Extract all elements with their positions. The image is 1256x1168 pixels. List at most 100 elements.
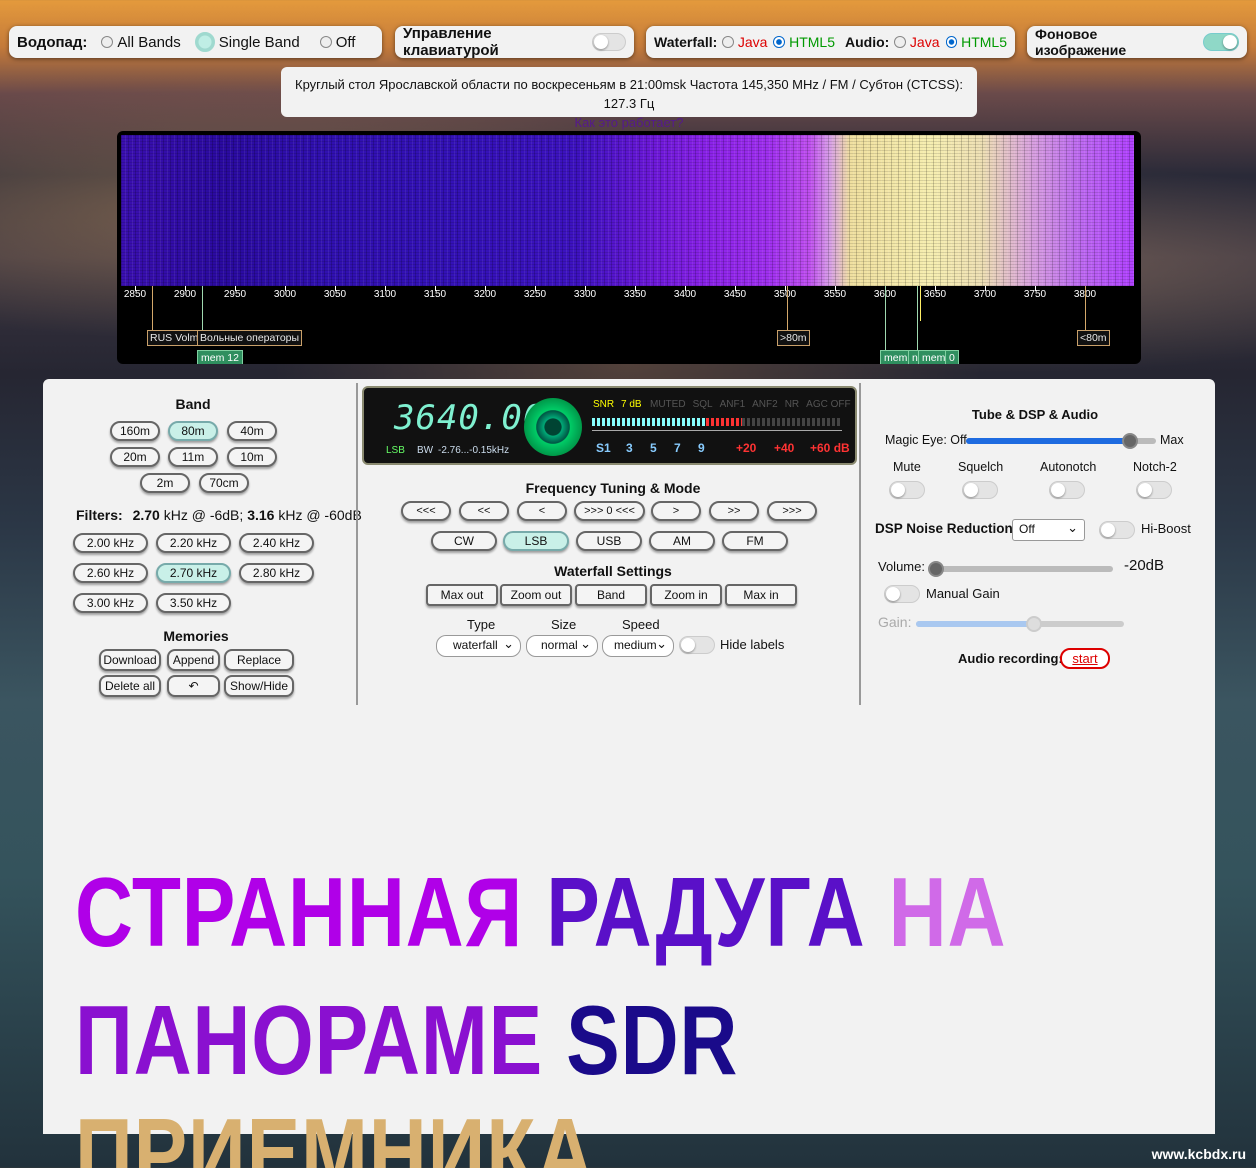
band-button-2m[interactable]: 2m: [140, 473, 190, 493]
mode-button-cw[interactable]: CW: [431, 531, 497, 551]
magic-eye-slider[interactable]: [966, 433, 1156, 449]
band-button-40m[interactable]: 40m: [227, 421, 277, 441]
notch2-toggle[interactable]: [1136, 481, 1172, 499]
filter-button[interactable]: 3.00 kHz: [73, 593, 148, 613]
memory-button[interactable]: ↶: [167, 675, 220, 697]
status-flag: MUTED: [650, 399, 686, 410]
marker-free-operators[interactable]: Вольные операторы: [197, 330, 303, 346]
frequency-readout[interactable]: 3640.00: [394, 398, 544, 438]
radio-off[interactable]: [319, 36, 332, 48]
keyboard-toggle[interactable]: [592, 33, 626, 51]
tuning-step-button[interactable]: >>>: [767, 501, 817, 521]
autonotch-toggle[interactable]: [1049, 481, 1085, 499]
band-button-10m[interactable]: 10m: [227, 447, 277, 467]
radio-single-band[interactable]: [194, 32, 215, 52]
memory-button[interactable]: Download: [99, 649, 161, 671]
waterfall-display[interactable]: 2850 2900 2950 3000 3050 3100 3150 3200 3250 3300…: [117, 131, 1141, 364]
filter-button[interactable]: 2.20 kHz: [156, 533, 231, 553]
filter-button[interactable]: 2.40 kHz: [239, 533, 314, 553]
size-label: Size: [551, 617, 577, 632]
mode-button-usb[interactable]: USB: [576, 531, 642, 551]
scale-label: 3750: [1023, 289, 1047, 300]
marker-rus-volm[interactable]: RUS Volm: [147, 330, 202, 346]
radio-all-bands[interactable]: [101, 36, 114, 48]
tuning-step-button[interactable]: <<: [459, 501, 509, 521]
scale-label: 3000: [273, 289, 297, 300]
tuning-step-button[interactable]: >: [651, 501, 701, 521]
filter-button[interactable]: 2.60 kHz: [73, 563, 148, 583]
wf-java-label: Java: [737, 34, 768, 50]
nr-select[interactable]: Off: [1012, 519, 1085, 541]
radio-audio-html5[interactable]: [945, 36, 958, 48]
radio-wf-java[interactable]: [722, 36, 734, 48]
scale-label: 3450: [723, 289, 747, 300]
band-button-80m[interactable]: 80m: [168, 421, 218, 441]
filter-button[interactable]: 3.50 kHz: [156, 593, 231, 613]
memory-button[interactable]: Append: [167, 649, 220, 671]
marker-under-80m[interactable]: <80m: [1077, 330, 1110, 346]
snr-value: 7 dB: [621, 399, 642, 410]
headline-line-2: ПАНОРАМЕ SDR ПРИЕМНИКА: [75, 984, 1010, 1168]
radio-wf-html5[interactable]: [773, 36, 786, 48]
frequency-scale[interactable]: 2850 2900 2950 3000 3050 3100 3150 3200 3250 3300…: [121, 286, 1134, 304]
memories-title: Memories: [163, 628, 229, 644]
band-button-11m[interactable]: 11m: [168, 447, 218, 467]
mode-button-lsb[interactable]: LSB: [503, 531, 569, 551]
mute-toggle[interactable]: [889, 481, 925, 499]
waterfall-setting-button[interactable]: Max in: [725, 584, 797, 606]
manual-gain-toggle[interactable]: [884, 585, 920, 603]
scale-label: 3700: [973, 289, 997, 300]
memory-button[interactable]: Replace: [224, 649, 294, 671]
background-image-toggle[interactable]: [1203, 33, 1239, 51]
memory-tag-12[interactable]: mem 12: [197, 350, 243, 364]
snr-label: SNR: [593, 399, 615, 410]
tuning-step-button[interactable]: >>: [709, 501, 759, 521]
waterfall-setting-button[interactable]: Max out: [426, 584, 498, 606]
signal-bar: [592, 418, 842, 426]
type-select[interactable]: waterfall: [436, 635, 521, 657]
tuning-step-button[interactable]: <<<: [401, 501, 451, 521]
hide-labels-toggle[interactable]: [679, 636, 715, 654]
memory-tag-a[interactable]: mem: [880, 350, 912, 364]
hiboost-toggle[interactable]: [1099, 521, 1135, 539]
hiboost-label: Hi-Boost: [1141, 521, 1191, 536]
s-scale-label: 3: [626, 441, 633, 455]
waterfall-settings-title: Waterfall Settings: [554, 563, 672, 579]
passband-marker: [920, 286, 921, 321]
waterfall-spectrogram[interactable]: [121, 135, 1134, 286]
memory-tag-d[interactable]: 0: [945, 350, 959, 364]
type-label: Type: [467, 617, 496, 632]
waterfall-setting-button[interactable]: Zoom in: [650, 584, 722, 606]
filter-button[interactable]: 2.00 kHz: [73, 533, 148, 553]
volume-slider[interactable]: [928, 561, 1113, 577]
recording-start-button[interactable]: start: [1060, 648, 1110, 669]
gain-slider[interactable]: [916, 616, 1124, 632]
band-button-20m[interactable]: 20m: [110, 447, 160, 467]
mode-button-am[interactable]: AM: [649, 531, 715, 551]
memory-button[interactable]: Delete all: [99, 675, 161, 697]
filter-button[interactable]: 2.70 kHz: [156, 563, 231, 583]
radio-off-label: Off: [335, 33, 356, 51]
marker-over-80m[interactable]: >80m: [777, 330, 810, 346]
waterfall-setting-button[interactable]: Band: [575, 584, 647, 606]
mode-button-fm[interactable]: FM: [722, 531, 788, 551]
speed-select[interactable]: medium: [602, 635, 674, 657]
audio-client-label: Audio:: [844, 34, 890, 50]
band-button-70cm[interactable]: 70cm: [199, 473, 249, 493]
memory-button[interactable]: Show/Hide: [224, 675, 294, 697]
scale-label: 3350: [623, 289, 647, 300]
size-select[interactable]: normal: [526, 635, 598, 657]
waterfall-setting-button[interactable]: Zoom out: [500, 584, 572, 606]
s-scale-label: +40: [774, 441, 795, 455]
how-it-works-link[interactable]: Как это работает?: [575, 115, 684, 130]
radio-audio-java[interactable]: [894, 36, 906, 48]
tuning-step-button[interactable]: <: [517, 501, 567, 521]
headline-word-6: ПРИЕМНИКА: [75, 1098, 595, 1168]
scale-label: 3500: [773, 289, 797, 300]
filter-button[interactable]: 2.80 kHz: [239, 563, 314, 583]
scale-label: 3300: [573, 289, 597, 300]
band-button-160m[interactable]: 160m: [110, 421, 160, 441]
s-scale-label: 9: [698, 441, 705, 455]
squelch-toggle[interactable]: [962, 481, 998, 499]
tuning-step-button[interactable]: >>> 0 <<<: [574, 501, 645, 521]
